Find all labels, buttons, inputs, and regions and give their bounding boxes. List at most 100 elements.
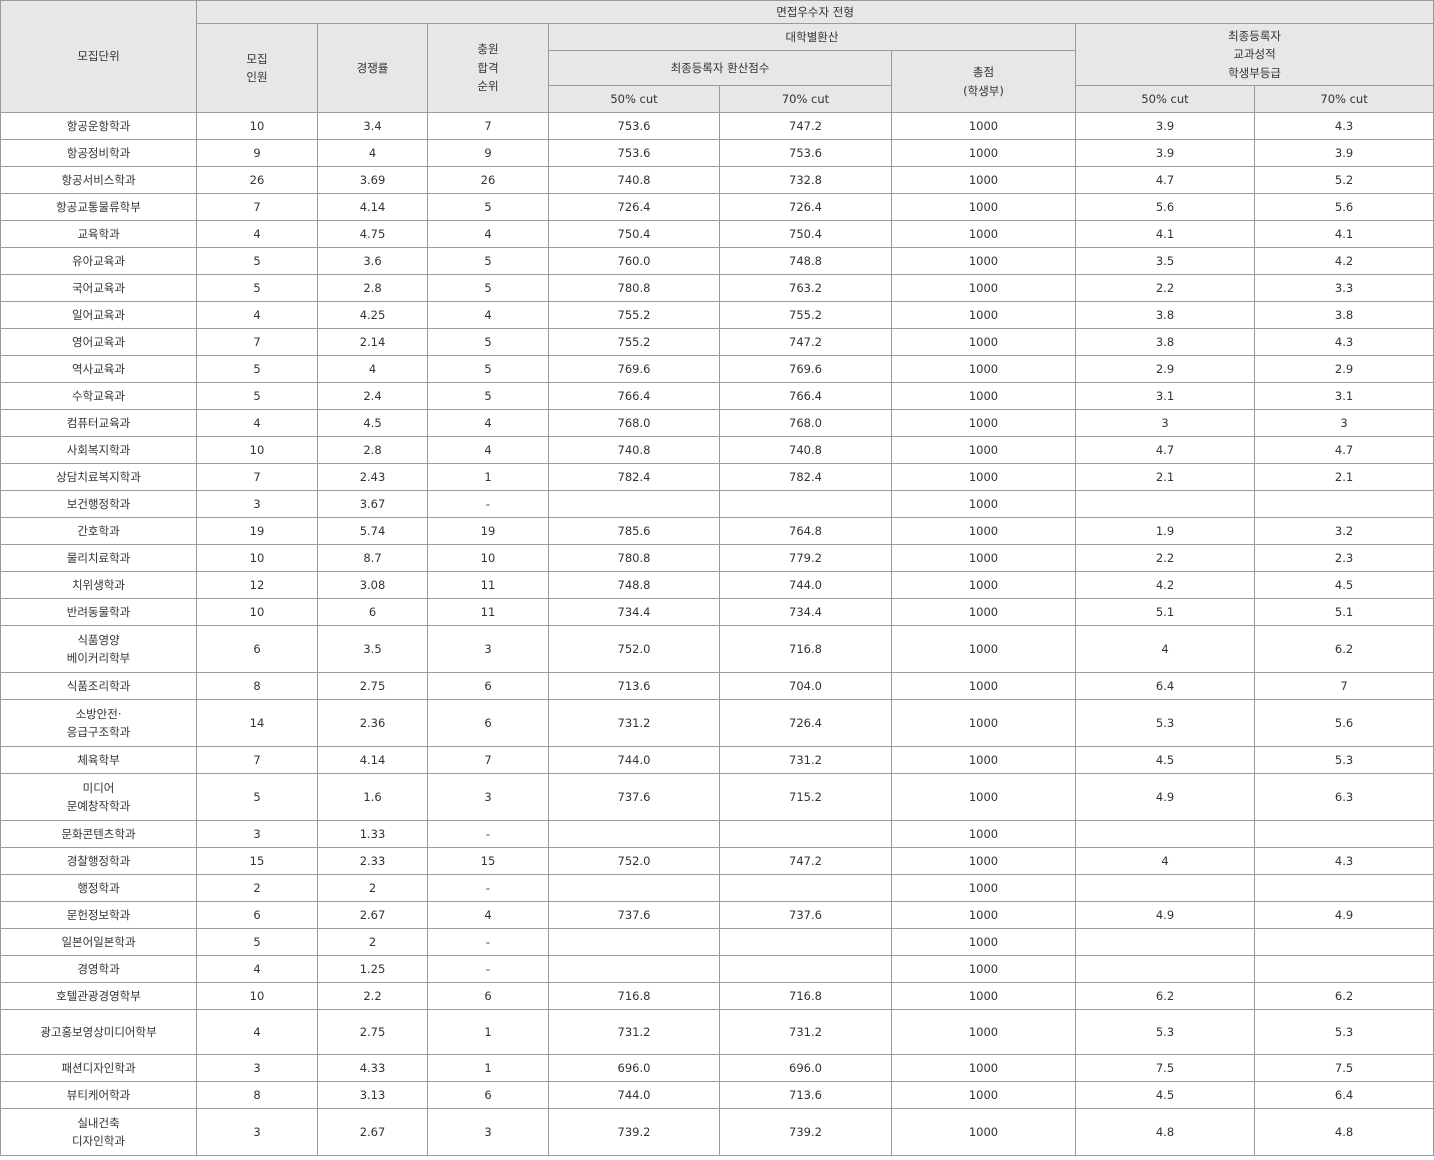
cell-grade-cut70: 4.7 bbox=[1253, 436, 1434, 464]
cell-rate: 3.67 bbox=[317, 490, 428, 518]
cell-total: 1000 bbox=[891, 571, 1076, 599]
cell-grade-cut70: 5.2 bbox=[1253, 166, 1434, 194]
table-body: 항공운항학과 10 3.4 7 753.6 747.2 1000 3.9 4.3 항공정비학과 9 4… bbox=[0, 112, 1434, 1156]
cell-score-cut70: 737.6 bbox=[719, 901, 892, 929]
cell-rank: 11 bbox=[427, 571, 549, 599]
cell-unit: 호텔관광경영학부 bbox=[0, 982, 197, 1010]
cell-grade-cut50: 6.4 bbox=[1075, 672, 1255, 700]
cell-quota: 2 bbox=[196, 874, 318, 902]
cell-unit: 행정학과 bbox=[0, 874, 197, 902]
cell-grade-cut70: 4.8 bbox=[1253, 1108, 1434, 1156]
cell-score-cut70: 766.4 bbox=[719, 382, 892, 410]
cell-unit: 패션디자인학과 bbox=[0, 1054, 197, 1082]
header-quota: 모집 인원 bbox=[196, 23, 318, 113]
cell-quota: 6 bbox=[196, 625, 318, 673]
cell-grade-cut50: 4.1 bbox=[1075, 220, 1255, 248]
cell-score-cut70: 726.4 bbox=[719, 699, 892, 747]
cell-score-cut50: 731.2 bbox=[548, 699, 720, 747]
cell-rank: 3 bbox=[427, 773, 549, 821]
cell-rank: 15 bbox=[427, 847, 549, 875]
cell-total: 1000 bbox=[891, 112, 1076, 140]
cell-score-cut70 bbox=[719, 820, 892, 848]
cell-grade-cut50: 7.5 bbox=[1075, 1054, 1255, 1082]
table-row: 교육학과 4 4.75 4 750.4 750.4 1000 4.1 4.1 bbox=[0, 220, 1434, 248]
cell-score-cut70: 747.2 bbox=[719, 328, 892, 356]
cell-grade-cut50: 5.3 bbox=[1075, 1009, 1255, 1055]
cell-quota: 14 bbox=[196, 699, 318, 747]
cell-rate: 2 bbox=[317, 928, 428, 956]
cell-rate: 5.74 bbox=[317, 517, 428, 545]
cell-total: 1000 bbox=[891, 982, 1076, 1010]
cell-rate: 8.7 bbox=[317, 544, 428, 572]
cell-score-cut70: 740.8 bbox=[719, 436, 892, 464]
cell-rank: 4 bbox=[427, 301, 549, 329]
cell-rank: 5 bbox=[427, 193, 549, 221]
cell-score-cut70: 716.8 bbox=[719, 625, 892, 673]
cell-rate: 1.25 bbox=[317, 955, 428, 983]
table-row: 호텔관광경영학부 10 2.2 6 716.8 716.8 1000 6.2 6.2 bbox=[0, 982, 1434, 1010]
cell-grade-cut70: 3.9 bbox=[1253, 139, 1434, 167]
cell-score-cut50: 753.6 bbox=[548, 139, 720, 167]
cell-total: 1000 bbox=[891, 382, 1076, 410]
cell-grade-cut70 bbox=[1253, 874, 1434, 902]
cell-rate: 4.25 bbox=[317, 301, 428, 329]
cell-quota: 7 bbox=[196, 193, 318, 221]
cell-grade-cut50 bbox=[1075, 490, 1255, 518]
cell-score-cut70: 747.2 bbox=[719, 112, 892, 140]
cell-score-cut50 bbox=[548, 490, 720, 518]
cell-rate: 3.5 bbox=[317, 625, 428, 673]
cell-score-cut70: 750.4 bbox=[719, 220, 892, 248]
cell-rank: - bbox=[427, 874, 549, 902]
cell-rate: 2.67 bbox=[317, 1108, 428, 1156]
cell-score-cut70 bbox=[719, 928, 892, 956]
header-univ-calc: 대학별환산 bbox=[548, 23, 1076, 51]
cell-rank: 9 bbox=[427, 139, 549, 167]
cell-score-cut50: 739.2 bbox=[548, 1108, 720, 1156]
table-row: 물리치료학과 10 8.7 10 780.8 779.2 1000 2.2 2.3 bbox=[0, 544, 1434, 572]
cell-grade-cut50: 4.9 bbox=[1075, 773, 1255, 821]
cell-score-cut50: 737.6 bbox=[548, 901, 720, 929]
cell-rank: 4 bbox=[427, 901, 549, 929]
cell-quota: 9 bbox=[196, 139, 318, 167]
cell-quota: 26 bbox=[196, 166, 318, 194]
cell-rate: 2.36 bbox=[317, 699, 428, 747]
cell-score-cut50: 782.4 bbox=[548, 463, 720, 491]
cell-score-cut50: 750.4 bbox=[548, 220, 720, 248]
cell-rank: 4 bbox=[427, 436, 549, 464]
cell-grade-cut70: 6.2 bbox=[1253, 625, 1434, 673]
cell-grade-cut50: 2.2 bbox=[1075, 274, 1255, 302]
cell-quota: 6 bbox=[196, 901, 318, 929]
cell-grade-cut50: 3.8 bbox=[1075, 328, 1255, 356]
cell-score-cut70: 734.4 bbox=[719, 598, 892, 626]
cell-grade-cut50: 5.3 bbox=[1075, 699, 1255, 747]
cell-score-cut70: 716.8 bbox=[719, 982, 892, 1010]
cell-grade-cut50 bbox=[1075, 955, 1255, 983]
cell-score-cut50 bbox=[548, 955, 720, 983]
cell-score-cut70 bbox=[719, 955, 892, 983]
cell-grade-cut50: 3.9 bbox=[1075, 139, 1255, 167]
cell-grade-cut50 bbox=[1075, 928, 1255, 956]
header-grade-cut50: 50% cut bbox=[1075, 85, 1255, 113]
cell-total: 1000 bbox=[891, 301, 1076, 329]
cell-quota: 5 bbox=[196, 274, 318, 302]
cell-rank: 6 bbox=[427, 672, 549, 700]
cell-rank: 10 bbox=[427, 544, 549, 572]
table-row: 간호학과 19 5.74 19 785.6 764.8 1000 1.9 3.2 bbox=[0, 517, 1434, 545]
table-row: 광고홍보영상미디어학부 4 2.75 1 731.2 731.2 1000 5.3 5.3 bbox=[0, 1009, 1434, 1055]
table-row: 반려동물학과 10 6 11 734.4 734.4 1000 5.1 5.1 bbox=[0, 598, 1434, 626]
cell-score-cut50: 731.2 bbox=[548, 1009, 720, 1055]
cell-rate: 2.2 bbox=[317, 982, 428, 1010]
cell-quota: 10 bbox=[196, 112, 318, 140]
table-row: 국어교육과 5 2.8 5 780.8 763.2 1000 2.2 3.3 bbox=[0, 274, 1434, 302]
cell-rank: 11 bbox=[427, 598, 549, 626]
cell-score-cut70: 769.6 bbox=[719, 355, 892, 383]
cell-grade-cut70: 2.1 bbox=[1253, 463, 1434, 491]
cell-quota: 10 bbox=[196, 544, 318, 572]
cell-grade-cut70: 3.1 bbox=[1253, 382, 1434, 410]
cell-grade-cut70 bbox=[1253, 928, 1434, 956]
cell-total: 1000 bbox=[891, 598, 1076, 626]
cell-score-cut70: 763.2 bbox=[719, 274, 892, 302]
cell-score-cut50: 769.6 bbox=[548, 355, 720, 383]
table-row: 뷰티케어학과 8 3.13 6 744.0 713.6 1000 4.5 6.4 bbox=[0, 1081, 1434, 1109]
table-row: 항공교통물류학부 7 4.14 5 726.4 726.4 1000 5.6 5.6 bbox=[0, 193, 1434, 221]
